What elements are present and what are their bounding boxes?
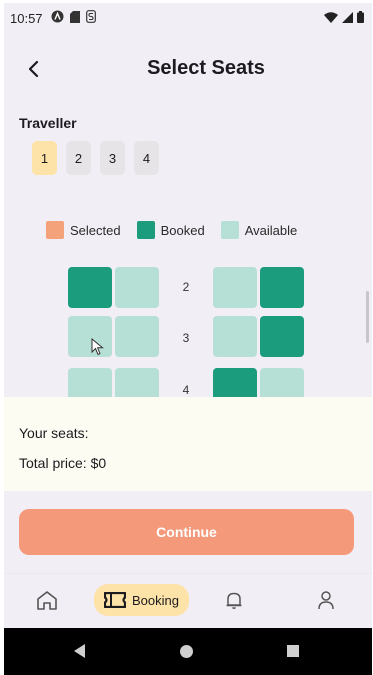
recents-square-icon[interactable] — [287, 645, 299, 657]
seat-4c — [213, 368, 257, 397]
traveller-option-2[interactable]: 2 — [66, 141, 91, 175]
seat-4a[interactable] — [68, 368, 112, 397]
seat-2c[interactable] — [213, 267, 257, 308]
phone-screen: 10:57 Select Seats Traveller 1 2 3 4 Sel… — [4, 3, 372, 675]
status-bar: 10:57 — [4, 3, 372, 33]
ticket-icon — [104, 592, 126, 608]
legend-swatch-selected — [46, 221, 64, 239]
traveller-option-1[interactable]: 1 — [32, 141, 57, 175]
seat-map: 2 3 4 — [4, 265, 372, 397]
signal-icon — [342, 11, 353, 26]
bell-icon — [226, 592, 242, 609]
total-price-label: Total price: $0 — [19, 455, 107, 471]
continue-button[interactable]: Continue — [19, 509, 354, 555]
legend-swatch-available — [220, 221, 239, 239]
system-navigation-bar — [4, 628, 372, 675]
app-header: Select Seats — [4, 47, 372, 91]
legend-label: Booked — [160, 222, 205, 238]
seat-3b[interactable] — [115, 316, 159, 357]
traveller-option-4[interactable]: 4 — [134, 141, 159, 175]
seat-4d[interactable] — [260, 368, 304, 397]
a-badge-icon — [51, 10, 64, 26]
traveller-selector: 1 2 3 4 — [32, 141, 159, 175]
nav-profile[interactable] — [312, 584, 340, 616]
traveller-option-3[interactable]: 3 — [100, 141, 125, 175]
legend-available: Available — [220, 221, 298, 239]
status-time: 10:57 — [10, 10, 43, 26]
row-label-2: 2 — [182, 280, 190, 294]
your-seats-label: Your seats: — [19, 425, 89, 441]
scrollbar[interactable] — [366, 291, 369, 343]
person-icon — [318, 591, 334, 610]
legend-swatch-booked — [136, 221, 155, 239]
seat-2d — [260, 267, 304, 308]
back-triangle-icon[interactable] — [74, 644, 86, 658]
traveller-label: Traveller — [19, 115, 77, 131]
seat-3d — [260, 316, 304, 357]
home-icon — [37, 591, 57, 610]
bottom-navigation: Booking — [4, 573, 372, 628]
mouse-cursor-icon — [91, 338, 104, 356]
battery-icon — [357, 10, 364, 26]
seat-legend: Selected Booked Available — [46, 221, 313, 239]
wifi-icon — [324, 11, 338, 26]
row-label-4: 4 — [182, 383, 190, 397]
booking-summary: Your seats: Total price: $0 — [4, 397, 372, 491]
legend-label: Available — [244, 222, 298, 238]
seat-2b[interactable] — [115, 267, 159, 308]
nav-booking-label: Booking — [132, 592, 179, 608]
sim-icon — [69, 10, 80, 26]
home-circle-icon[interactable] — [180, 645, 193, 658]
page-title: Select Seats — [147, 57, 265, 79]
seat-2a — [68, 267, 112, 308]
seat-3a[interactable] — [68, 316, 112, 357]
legend-booked: Booked — [136, 221, 205, 239]
seat-4b[interactable] — [115, 368, 159, 397]
nav-home[interactable] — [32, 584, 62, 616]
legend-label: Selected — [70, 222, 121, 238]
s-icon — [85, 10, 96, 26]
nav-notifications[interactable] — [220, 584, 248, 616]
nav-booking[interactable]: Booking — [94, 584, 189, 616]
row-label-3: 3 — [182, 331, 190, 345]
seat-3c[interactable] — [213, 316, 257, 357]
legend-selected: Selected — [46, 221, 121, 239]
